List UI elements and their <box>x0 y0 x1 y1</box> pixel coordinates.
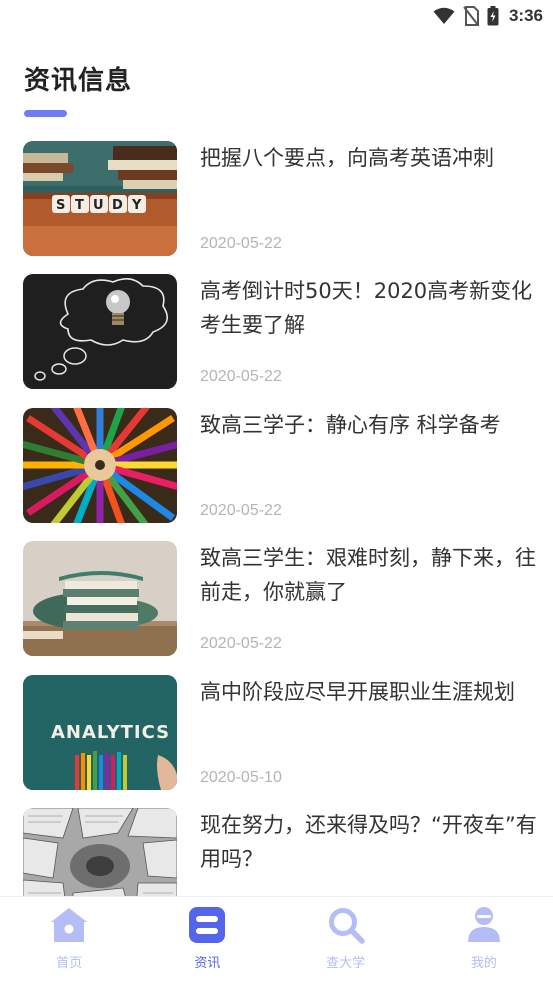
news-date: 2020-05-10 <box>200 769 282 786</box>
home-icon <box>51 908 88 942</box>
news-item[interactable]: 致高三学子：静心有序 科学备考 2020-05-22 <box>23 408 539 524</box>
news-title: 高中阶段应尽早开展职业生涯规划 <box>200 680 515 704</box>
status-time: 3:36 <box>508 6 543 25</box>
nav-item-news[interactable]: 资讯 <box>138 897 276 983</box>
nav-label-search-college: 查大学 <box>326 956 366 971</box>
wifi-icon <box>433 7 455 25</box>
news-item[interactable]: ANALYTICS 高中阶段应尽早开展职业生涯规划 2020-05-10 <box>23 675 539 791</box>
news-title: 把握八个要点，向高考英语冲刺 <box>200 146 494 170</box>
news-title: 致高三学生：艰难时刻，静下来，往前走，你就赢了 <box>200 546 536 604</box>
colored-pencils-image <box>23 408 177 523</box>
analytics-chalkboard-image: ANALYTICS <box>23 675 177 790</box>
svg-text:S: S <box>56 198 65 213</box>
news-title: 高考倒计时50天！2020高考新变化考生要了解 <box>200 279 533 337</box>
news-item[interactable]: 现在努力，还来得及吗？“开夜车”有用吗？ <box>23 808 539 897</box>
news-item[interactable]: S T U D Y 把握八个要点，向高考英语冲刺 2020-05-22 <box>23 141 539 257</box>
news-icon <box>189 907 226 943</box>
newspapers-image <box>23 808 177 897</box>
search-icon <box>328 908 365 944</box>
bottom-nav: 首页 资讯 查大学 我的 <box>0 896 553 983</box>
news-title: 致高三学子：静心有序 科学备考 <box>200 413 501 437</box>
news-date: 2020-05-22 <box>200 235 282 252</box>
lightbulb-chalkboard-image <box>23 274 177 389</box>
svg-text:U: U <box>93 198 104 213</box>
title-underline <box>24 110 67 117</box>
stack-of-books-image <box>23 541 177 656</box>
nav-label-news: 资讯 <box>194 956 221 971</box>
svg-text:D: D <box>112 198 123 213</box>
study-dice-image: S T U D Y <box>23 141 177 256</box>
news-date: 2020-05-22 <box>200 635 282 652</box>
news-date: 2020-05-22 <box>200 502 282 519</box>
nav-label-home: 首页 <box>56 956 83 971</box>
nav-item-search-college[interactable]: 查大学 <box>277 897 415 983</box>
news-title: 现在努力，还来得及吗？“开夜车”有用吗？ <box>200 813 537 871</box>
svg-text:T: T <box>75 198 84 213</box>
nav-item-home[interactable]: 首页 <box>0 897 138 983</box>
svg-text:Y: Y <box>131 198 142 213</box>
news-list[interactable]: S T U D Y 把握八个要点，向高考英语冲刺 2020-05-22 高考倒计… <box>0 141 553 897</box>
nav-item-profile[interactable]: 我的 <box>415 897 553 983</box>
battery-charging-icon <box>487 6 499 26</box>
news-screen: 3:36 资讯信息 S T U D Y 把握八个要点，向高考英语冲刺 2020-… <box>0 0 553 983</box>
news-item[interactable]: 高考倒计时50天！2020高考新变化考生要了解 2020-05-22 <box>23 274 539 390</box>
svg-text:ANALYTICS: ANALYTICS <box>51 722 170 743</box>
no-sim-icon <box>463 6 479 26</box>
nav-label-profile: 我的 <box>470 956 497 971</box>
news-item[interactable]: 致高三学生：艰难时刻，静下来，往前走，你就赢了 2020-05-22 <box>23 541 539 657</box>
news-date: 2020-05-22 <box>200 368 282 385</box>
status-bar: 3:36 <box>0 0 553 32</box>
page-title: 资讯信息 <box>24 66 133 96</box>
user-icon <box>467 907 500 942</box>
